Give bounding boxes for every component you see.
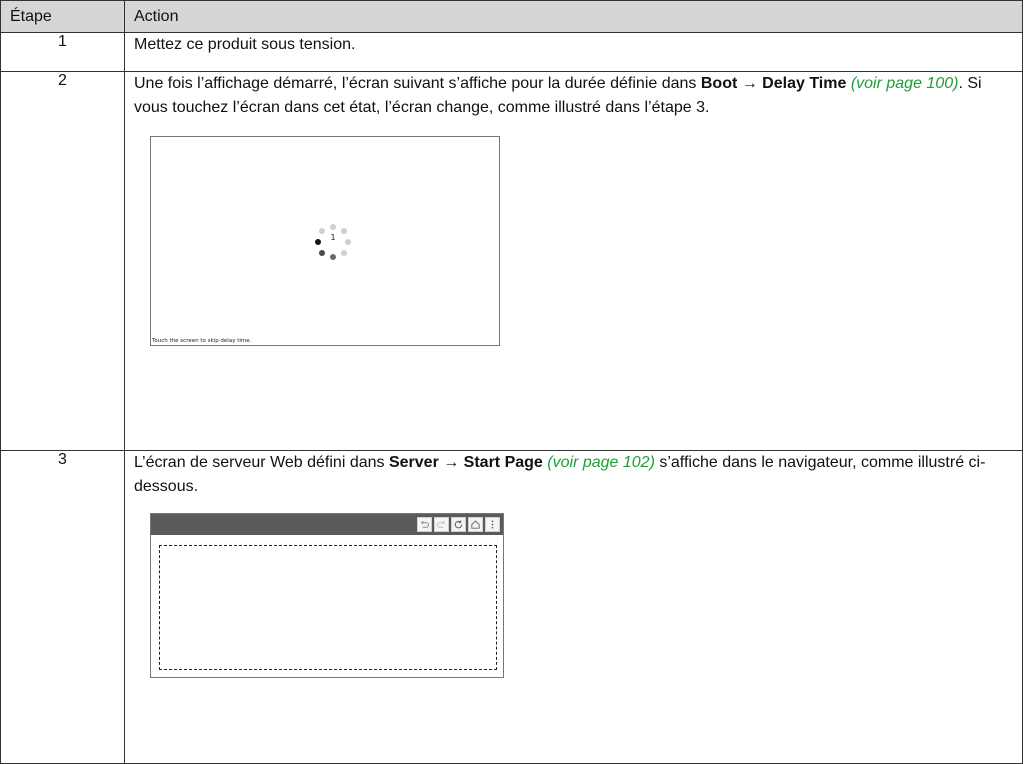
spinner-dot xyxy=(330,224,336,230)
step-number: 2 xyxy=(0,71,125,451)
page-reference-link[interactable]: (voir page 100) xyxy=(851,75,959,92)
spinner-dot xyxy=(340,249,347,256)
spinner-dot xyxy=(315,239,321,245)
table-row: 2 Une fois l’affichage démarré, l’écran … xyxy=(0,71,1023,451)
page-content-area xyxy=(159,545,497,670)
header-step: Étape xyxy=(0,0,125,33)
menu-icon xyxy=(485,517,500,532)
home-icon xyxy=(468,517,483,532)
boot-screen-illustration: 1 Touch the screen to skip delay time. xyxy=(150,136,500,346)
spinner-dot xyxy=(345,239,351,245)
menu-path: Boot → Delay Time xyxy=(700,75,847,92)
step-action: Une fois l’affichage démarré, l’écran su… xyxy=(124,71,1023,451)
browser-toolbar xyxy=(151,514,503,535)
step-number: 3 xyxy=(0,450,125,764)
steps-table: Étape Action 1 Mettez ce produit sous te… xyxy=(0,0,1023,764)
spinner-dot xyxy=(319,249,326,256)
boot-caption: Touch the screen to skip delay time. xyxy=(152,338,252,344)
step-action: L’écran de serveur Web défini dans Serve… xyxy=(124,450,1023,764)
browser-illustration xyxy=(150,513,504,678)
page-reference-link[interactable]: (voir page 102) xyxy=(547,454,655,471)
step-text: Une fois l’affichage démarré, l’écran su… xyxy=(134,72,1013,120)
table-row: 3 L’écran de serveur Web défini dans Ser… xyxy=(0,450,1023,764)
refresh-icon xyxy=(451,517,466,532)
header-action: Action xyxy=(124,0,1023,33)
text-segment: L’écran de serveur Web défini dans xyxy=(134,454,389,471)
table-row: 1 Mettez ce produit sous tension. xyxy=(0,32,1023,72)
table-header: Étape Action xyxy=(0,0,1023,33)
step-text: Mettez ce produit sous tension. xyxy=(134,36,356,53)
step-number: 1 xyxy=(0,32,125,72)
spinner-dot xyxy=(330,254,336,260)
menu-path: Server → Start Page xyxy=(388,454,543,471)
step-text: L’écran de serveur Web défini dans Serve… xyxy=(134,451,1013,499)
loading-spinner: 1 xyxy=(308,217,358,267)
text-segment: Une fois l’affichage démarré, l’écran su… xyxy=(134,75,701,92)
back-icon xyxy=(417,517,432,532)
step-action: Mettez ce produit sous tension. xyxy=(124,32,1023,72)
forward-icon xyxy=(434,517,449,532)
